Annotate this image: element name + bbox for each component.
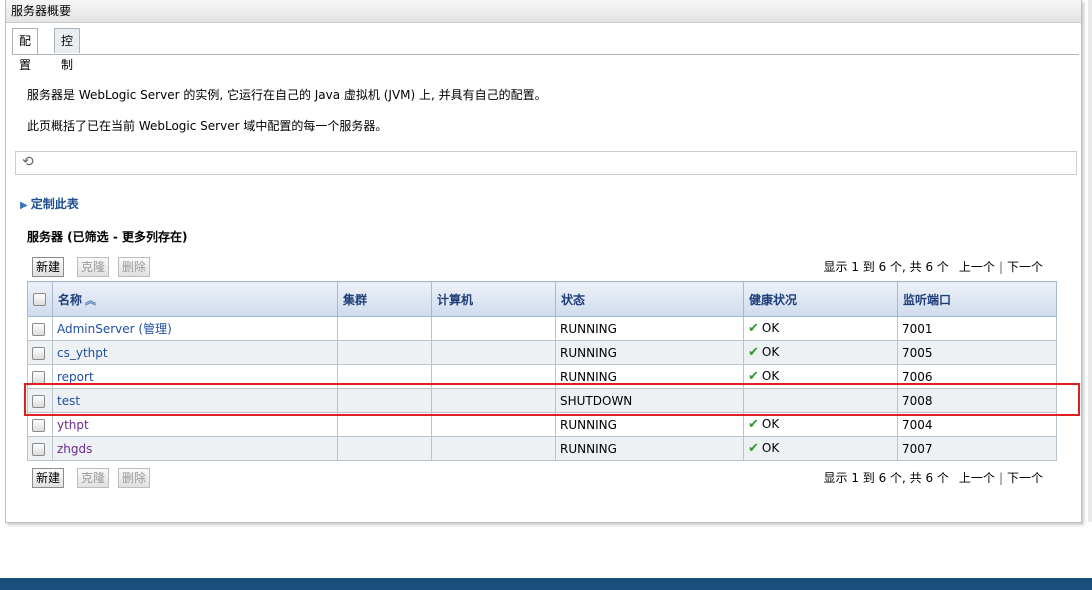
customize-table-link[interactable]: ▶ 定制此表 xyxy=(20,195,79,212)
machine-cell xyxy=(431,412,556,437)
state-cell: RUNNING xyxy=(555,316,744,341)
column-header-machine[interactable]: 计算机 xyxy=(431,281,556,317)
health-cell: ✔ OK xyxy=(743,412,898,437)
row-checkbox[interactable] xyxy=(32,322,45,336)
pager-next-link[interactable]: 下一个 xyxy=(1007,260,1043,274)
table-row: report RUNNING ✔ OK 7006 xyxy=(27,364,1057,389)
description-line-2: 此页概括了已在当前 WebLogic Server 域中配置的每一个服务器。 xyxy=(27,119,388,133)
tab-control[interactable]: 控制 xyxy=(54,28,81,72)
refresh-bar: ⟲ xyxy=(15,151,1077,175)
server-name-link[interactable]: ythpt xyxy=(57,418,89,432)
pager-prev-link[interactable]: 上一个 xyxy=(959,471,995,485)
health-cell: ✔ OK xyxy=(743,340,898,365)
health-cell: ✔ OK xyxy=(743,364,898,389)
state-cell: RUNNING xyxy=(555,412,744,437)
delete-button-bottom[interactable]: 删除 xyxy=(118,468,151,488)
check-icon: ✔ xyxy=(748,345,759,360)
check-icon: ✔ xyxy=(748,369,759,384)
row-checkbox[interactable] xyxy=(32,418,45,432)
port-cell: 7008 xyxy=(897,388,1057,413)
pager-next-link[interactable]: 下一个 xyxy=(1007,471,1043,485)
pager-separator: | xyxy=(998,471,1003,485)
row-checkbox[interactable] xyxy=(32,370,45,384)
row-checkbox[interactable] xyxy=(32,346,45,360)
port-cell: 7005 xyxy=(897,340,1057,365)
servers-section-title: 服务器 (已筛选 - 更多列存在) xyxy=(27,230,188,244)
check-icon: ✔ xyxy=(748,441,759,456)
footer-bar xyxy=(0,578,1092,590)
table-row: ythpt RUNNING ✔ OK 7004 xyxy=(27,412,1057,437)
port-cell: 7004 xyxy=(897,412,1057,437)
customize-table-label: 定制此表 xyxy=(30,197,79,211)
cluster-cell xyxy=(337,364,432,389)
machine-cell xyxy=(431,388,556,413)
server-name-link[interactable]: report xyxy=(57,370,94,384)
cluster-cell xyxy=(337,412,432,437)
column-header-state[interactable]: 状态 xyxy=(555,281,744,317)
table-row: cs_ythpt RUNNING ✔ OK 7005 xyxy=(27,340,1057,365)
clone-button-top[interactable]: 克隆 xyxy=(77,257,110,277)
select-all-checkbox[interactable] xyxy=(33,293,46,306)
new-button-top[interactable]: 新建 xyxy=(32,257,65,277)
servers-table: 名称 ︽ 集群 计算机 状态 健康状况 监听端口 AdminServer (管理)… xyxy=(27,281,1057,461)
tab-divider xyxy=(12,54,1079,55)
delete-button-top[interactable]: 删除 xyxy=(118,257,151,277)
server-name-link[interactable]: test xyxy=(57,394,80,408)
pager-separator: | xyxy=(998,260,1003,274)
select-all-header xyxy=(27,281,53,317)
server-name-link[interactable]: AdminServer (管理) xyxy=(57,322,172,336)
table-row: AdminServer (管理) RUNNING ✔ OK 7001 xyxy=(27,316,1057,341)
server-name-link[interactable]: zhgds xyxy=(57,442,92,456)
pager-prev-link[interactable]: 上一个 xyxy=(959,260,995,274)
pager-summary: 显示 1 到 6 个, 共 6 个 xyxy=(823,471,949,485)
state-cell: RUNNING xyxy=(555,340,744,365)
row-checkbox[interactable] xyxy=(32,394,45,408)
cluster-cell xyxy=(337,316,432,341)
clone-button-bottom[interactable]: 克隆 xyxy=(77,468,110,488)
server-name-link[interactable]: cs_ythpt xyxy=(57,346,108,360)
table-row: test SHUTDOWN 7008 xyxy=(27,388,1057,413)
column-header-name[interactable]: 名称 ︽ xyxy=(52,281,338,317)
pager-bottom: 显示 1 到 6 个, 共 6 个上一个 | 下一个 xyxy=(824,469,1044,486)
machine-cell xyxy=(431,436,556,461)
machine-cell xyxy=(431,316,556,341)
cluster-cell xyxy=(337,340,432,365)
column-header-cluster[interactable]: 集群 xyxy=(337,281,432,317)
check-icon: ✔ xyxy=(748,321,759,336)
machine-cell xyxy=(431,364,556,389)
expand-triangle-icon: ▶ xyxy=(20,200,28,211)
health-cell: ✔ OK xyxy=(743,316,898,341)
port-cell: 7007 xyxy=(897,436,1057,461)
description-line-1: 服务器是 WebLogic Server 的实例, 它运行在自己的 Java 虚… xyxy=(27,88,547,102)
health-cell xyxy=(743,388,898,413)
column-header-port[interactable]: 监听端口 xyxy=(897,281,1057,317)
refresh-icon[interactable]: ⟲ xyxy=(22,154,34,170)
pager-top: 显示 1 到 6 个, 共 6 个上一个 | 下一个 xyxy=(824,258,1044,275)
row-checkbox[interactable] xyxy=(32,442,45,456)
state-cell: RUNNING xyxy=(555,436,744,461)
table-row: zhgds RUNNING ✔ OK 7007 xyxy=(27,436,1057,461)
cluster-cell xyxy=(337,436,432,461)
machine-cell xyxy=(431,340,556,365)
table-header-row: 名称 ︽ 集群 计算机 状态 健康状况 监听端口 xyxy=(27,281,1057,317)
port-cell: 7001 xyxy=(897,316,1057,341)
sort-ascending-icon: ︽ xyxy=(85,293,97,307)
cluster-cell xyxy=(337,388,432,413)
port-cell: 7006 xyxy=(897,364,1057,389)
state-cell: RUNNING xyxy=(555,364,744,389)
server-summary-panel: 服务器概要 配置 控制 服务器是 WebLogic Server 的实例, 它运… xyxy=(5,0,1082,523)
panel-title: 服务器概要 xyxy=(6,0,1081,23)
state-cell: SHUTDOWN xyxy=(555,388,744,413)
tab-configuration[interactable]: 配置 xyxy=(12,28,39,72)
column-header-health[interactable]: 健康状况 xyxy=(743,281,898,317)
new-button-bottom[interactable]: 新建 xyxy=(32,468,65,488)
scrollbar-gutter xyxy=(1088,0,1092,522)
pager-summary: 显示 1 到 6 个, 共 6 个 xyxy=(823,260,949,274)
health-cell: ✔ OK xyxy=(743,436,898,461)
check-icon: ✔ xyxy=(748,417,759,432)
